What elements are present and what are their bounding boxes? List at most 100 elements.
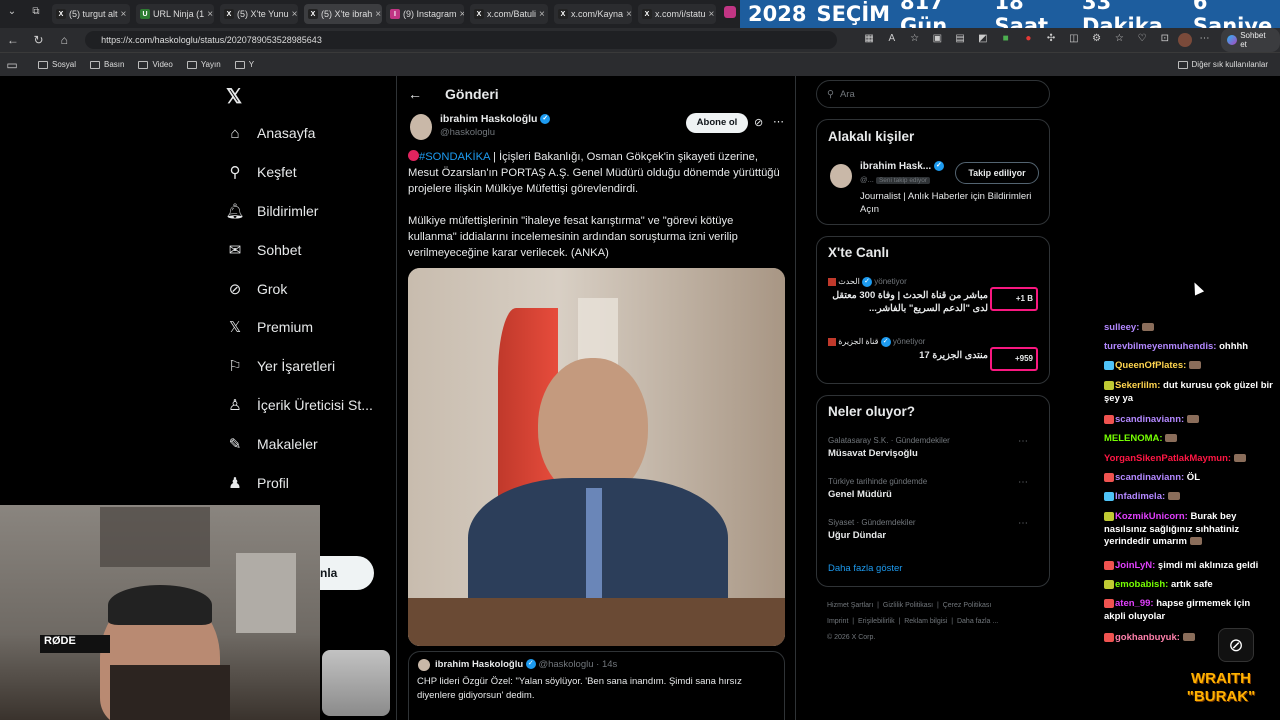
back-arrow-icon[interactable]: ←	[408, 86, 422, 102]
folder-icon	[1177, 60, 1188, 69]
related-avatar[interactable]	[830, 164, 852, 188]
nav-item[interactable]: ✎ Makaleler	[226, 435, 318, 453]
extension-icon[interactable]: ▣	[928, 33, 948, 47]
browser-tab[interactable]: U URL Ninja (1 ×	[136, 4, 214, 24]
related-name-row[interactable]: ibrahim Hask... ✓	[860, 161, 944, 172]
collections-icon[interactable]: ▭	[0, 58, 24, 72]
other-bookmarks[interactable]: Diğer sık kullanılanlar	[1177, 60, 1268, 69]
chat-badge-icon	[1104, 598, 1114, 608]
extension-icon[interactable]: ■	[996, 33, 1016, 47]
tab-close-icon[interactable]: ×	[207, 9, 213, 20]
browser-tab[interactable]: Xx.com/i/statu ×	[638, 4, 716, 24]
bookmark-folder[interactable]: Basın	[90, 60, 124, 69]
more-options-icon[interactable]: ⋯	[1018, 436, 1028, 447]
settings-icon[interactable]: ⚙	[1087, 33, 1107, 47]
extensions-puzzle-icon[interactable]: ✣	[1041, 33, 1061, 47]
hashtag-link[interactable]: #SONDAKİKA	[419, 151, 490, 163]
related-bio: Journalist | Anlık Haberler için Bildiri…	[860, 191, 1032, 215]
nav-item[interactable]: ♙ İçerik Üreticisi St...	[226, 396, 373, 414]
tab-close-icon[interactable]: ×	[709, 9, 715, 20]
live-item[interactable]: الحدث ✓ yönetiyor مباشر من قناة الحدث | و…	[828, 277, 1040, 327]
author-handle[interactable]: @haskologlu	[440, 127, 495, 138]
live-item[interactable]: قناة الجزيرة ✓ yönetiyor منتدى الجزيرة 17…	[828, 337, 1040, 387]
reload-icon[interactable]: ↻	[26, 33, 52, 47]
trend-item[interactable]: Siyaset · Gündemdekiler Uğur Dündar ⋯	[828, 518, 1040, 554]
favorite-star-icon[interactable]: ☆	[905, 33, 925, 47]
more-options-icon[interactable]: ⋯	[1018, 518, 1028, 529]
extension-icon[interactable]: ▤	[950, 33, 970, 47]
grid-icon[interactable]: ▦	[859, 33, 879, 47]
heart-icon[interactable]: ♡	[1132, 33, 1152, 47]
webcam-overlay: RØDE	[0, 505, 320, 720]
nav-item[interactable]: ⚲ Keşfet	[226, 163, 297, 181]
footer-link[interactable]: Daha fazla ...	[957, 618, 998, 625]
nav-item[interactable]: ⊘ Grok	[226, 280, 288, 298]
footer-link[interactable]: Çerez Politikası	[943, 602, 992, 609]
live-title-text: مباشر من قناة الحدث | وفاة 300 معتقل لدى…	[832, 290, 988, 314]
footer-link[interactable]: Imprint	[827, 618, 848, 625]
subscribe-button[interactable]: Abone ol	[686, 113, 748, 133]
grok-icon[interactable]: ⊘	[754, 116, 763, 129]
browser-tab[interactable]: X (5) X'te Yunu ×	[220, 4, 298, 24]
bookmark-folder[interactable]: Sosyal	[38, 60, 76, 69]
copilot-chat-button[interactable]: Sohbet et	[1221, 28, 1280, 52]
author-name-row[interactable]: ibrahim Haskoloğlu ✓	[440, 113, 551, 125]
tab-close-icon[interactable]: ×	[460, 9, 464, 20]
browser-tab[interactable]: I (9) Instagram ×	[386, 4, 464, 24]
browser-tab[interactable]: X (5) X'te ibrah ×	[304, 4, 382, 24]
instagram-tab-icon[interactable]	[724, 6, 736, 18]
screenshot-icon[interactable]: ⊡	[1155, 33, 1175, 47]
more-options-icon[interactable]: ⋯	[1018, 477, 1028, 488]
workspaces-icon[interactable]: ⧉	[28, 6, 44, 22]
browser-tab[interactable]: Xx.com/Batuli ×	[470, 4, 548, 24]
tab-close-icon[interactable]: ×	[626, 9, 632, 20]
chat-message: scandinaviann: ÖL	[1104, 472, 1274, 485]
split-screen-icon[interactable]: ◫	[1064, 33, 1084, 47]
emote-icon	[1142, 323, 1155, 332]
verified-badge-icon: ✓	[933, 161, 944, 172]
footer-link[interactable]: Hizmet Şartları	[827, 602, 873, 609]
tweet-paragraph-1: #SONDAKİKA | İçişleri Bakanlığı, Osman G…	[408, 149, 780, 197]
show-more-link[interactable]: Daha fazla göster	[828, 563, 902, 574]
chat-badge-icon	[1104, 491, 1114, 501]
extension-icon[interactable]: ◩	[973, 33, 993, 47]
home-icon[interactable]: ⌂	[51, 33, 77, 47]
nav-item[interactable]: ⚐ Yer İşaretleri	[226, 357, 335, 375]
nav-item[interactable]: ✉ Sohbet	[226, 241, 302, 259]
nav-item[interactable]: 🔔︎ Bildirimler	[225, 202, 318, 220]
following-button[interactable]: Takip ediliyor	[955, 162, 1039, 184]
nav-item[interactable]: 𝕏 Premium	[226, 318, 313, 336]
browser-tab[interactable]: X (5) turgut alt ×	[52, 4, 130, 24]
tweet-photo[interactable]	[408, 268, 785, 646]
chat-message: QueenOfPlates:	[1104, 360, 1274, 373]
tab-close-icon[interactable]: ×	[121, 9, 127, 20]
x-logo-icon[interactable]: 𝕏	[226, 84, 246, 108]
footer-link[interactable]: Gizlilik Politikası	[883, 602, 933, 609]
search-input[interactable]: ⚲ Ara	[816, 80, 1050, 108]
tab-close-icon[interactable]: ×	[539, 9, 545, 20]
browser-tab[interactable]: Xx.com/Kayna ×	[554, 4, 632, 24]
glass-cup	[322, 650, 390, 716]
more-icon[interactable]: ⋯	[1195, 33, 1215, 47]
address-input[interactable]: https://x.com/haskologlu/status/20207890…	[85, 31, 838, 49]
back-icon[interactable]: ←	[0, 33, 26, 47]
grok-floating-icon[interactable]: ⊘	[1218, 628, 1254, 662]
read-aloud-icon[interactable]: A	[882, 33, 902, 47]
footer-link[interactable]: Reklam bilgisi	[904, 618, 947, 625]
tab-actions-icon[interactable]: ⌄	[4, 6, 20, 22]
tab-close-icon[interactable]: ×	[375, 9, 381, 20]
bookmark-folder[interactable]: Y	[234, 60, 254, 69]
extension-icon[interactable]: ●	[1019, 33, 1039, 47]
footer-link[interactable]: Erişilebilirlik	[858, 618, 895, 625]
nav-item[interactable]: ♟ Profil	[226, 474, 289, 492]
more-options-icon[interactable]: ⋯	[773, 115, 784, 128]
author-avatar[interactable]	[410, 114, 432, 140]
bookmark-folder[interactable]: Yayın	[186, 60, 221, 69]
trend-item[interactable]: Türkiye tarihinde gündemde Genel Müdürü ⋯	[828, 477, 1040, 513]
bookmark-folder[interactable]: Video	[138, 60, 173, 69]
avatar[interactable]	[1177, 33, 1192, 47]
trend-item[interactable]: Galatasaray S.K. · Gündemdekiler Müsavat …	[828, 436, 1040, 472]
favorites-icon[interactable]: ☆	[1110, 33, 1130, 47]
nav-item[interactable]: ⌂ Anasayfa	[226, 124, 315, 142]
tab-close-icon[interactable]: ×	[292, 9, 298, 20]
